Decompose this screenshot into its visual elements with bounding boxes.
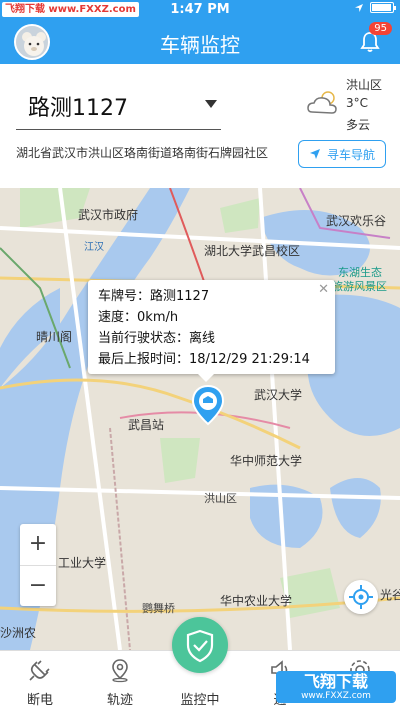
popup-plate-row: 车牌号：路测1127: [98, 289, 210, 304]
weather-condition: 多云: [346, 118, 371, 132]
map-label-whu: 武汉大学: [254, 388, 303, 402]
map-label-industrial: 工业大学: [58, 556, 107, 570]
tab-power-off[interactable]: 断电: [0, 651, 80, 711]
navigation-arrow-icon: [309, 149, 320, 159]
zoom-controls: + −: [20, 524, 56, 606]
notification-badge: 95: [369, 22, 392, 35]
locate-me-button[interactable]: [344, 580, 378, 614]
battery-icon: [370, 2, 396, 13]
location-arrow-icon: [355, 3, 363, 12]
vehicle-plate: 路测1127: [28, 96, 128, 121]
tab-power-off-label: 断电: [26, 693, 53, 708]
map-label-shazhou: 沙洲农: [0, 626, 37, 640]
vehicle-info-popup: ✕ 车牌号：路测1127 速度：0km/h 当前行驶状态：离线 最后上报时间：1…: [88, 280, 335, 382]
map-label-wuchang-station: 武昌站: [128, 418, 165, 432]
find-car-navigation-button[interactable]: 寻车导航: [297, 140, 386, 168]
plug-icon: [29, 660, 50, 681]
vehicle-location-marker-icon[interactable]: [190, 384, 226, 426]
app-header: 车辆监控 95: [0, 20, 400, 64]
shield-check-icon: [186, 629, 214, 663]
weather-district: 洪山区: [346, 78, 383, 92]
map-label-scenic: 旅游风景区: [332, 280, 387, 293]
map-label-jiuyuan: 鹦舞桥: [142, 602, 175, 615]
weather-widget: 洪山区 3°C 多云: [306, 76, 386, 136]
location-pin-icon: [112, 659, 128, 683]
bottom-tab-bar: 断电 轨迹 监控中 通 飞翔下载 www.FXXZ.com: [0, 617, 400, 711]
page-title: 车辆监控: [160, 33, 240, 57]
map-label-happy-valley: 武汉欢乐谷: [326, 214, 387, 228]
map-label-wuhan-gov: 武汉市政府: [78, 208, 139, 222]
monitoring-center-button[interactable]: [172, 617, 228, 673]
tab-track-label: 轨迹: [106, 693, 133, 708]
weather-temperature: 3°C: [346, 96, 369, 110]
popup-report-time-row: 最后上报时间：18/12/29 21:29:14: [98, 352, 310, 367]
tab-track[interactable]: 轨迹: [80, 651, 160, 711]
status-bar: 飞翔下载 www.FXXZ.com 1:47 PM: [0, 0, 400, 20]
map-label-hzau: 华中农业大学: [220, 594, 293, 608]
map-label-ccnu: 华中师范大学: [230, 454, 303, 468]
dropdown-caret-icon: [205, 100, 217, 108]
find-car-navigation-label: 寻车导航: [326, 147, 375, 162]
partly-cloudy-icon: [307, 91, 337, 114]
map-label-hubu-campus: 湖北大学武昌校区: [204, 244, 301, 258]
vehicle-selector[interactable]: 路测1127: [16, 80, 221, 130]
status-icons: [354, 2, 396, 13]
map-label-qingchuan: 晴川阁: [36, 330, 73, 344]
map-view[interactable]: 武汉市政府 江汉 湖北大学武昌校区 武汉欢乐谷 东湖生态 旅游风景区 晴川阁 武…: [0, 188, 400, 650]
popup-state-row: 当前行驶状态：离线: [98, 331, 216, 346]
popup-tail: [198, 374, 214, 382]
site-watermark: 飞翔下载 www.FXXZ.com: [276, 671, 396, 703]
vehicle-info-panel: 路测1127 洪山区 3°C 多云 湖北省武汉市洪山区珞南街道珞南街石牌园社区 …: [0, 64, 400, 188]
map-label-hongshan: 洪山区: [204, 492, 237, 505]
vehicle-address: 湖北省武汉市洪山区珞南街道珞南街石牌园社区: [16, 146, 269, 160]
map-label-guanggu: 光谷: [380, 588, 400, 602]
close-icon[interactable]: ✕: [318, 282, 329, 297]
status-time: 1:47 PM: [170, 2, 230, 17]
zoom-in-button[interactable]: +: [20, 524, 56, 565]
zoom-out-button[interactable]: −: [20, 565, 56, 606]
map-label-jianghan: 江汉: [84, 242, 104, 253]
popup-speed-row: 速度：0km/h: [98, 310, 179, 325]
tab-monitoring-label: 监控中: [180, 693, 220, 708]
